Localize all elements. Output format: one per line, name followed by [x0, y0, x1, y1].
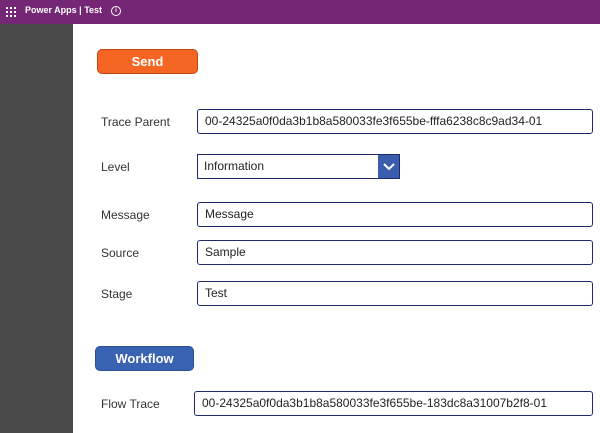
workflow-button[interactable]: Workflow — [95, 346, 194, 371]
send-button[interactable]: Send — [97, 49, 198, 74]
message-label: Message — [101, 208, 150, 222]
app-title: Power Apps | Test — [25, 5, 103, 15]
info-icon[interactable]: i — [111, 6, 121, 16]
chevron-down-icon[interactable] — [378, 155, 399, 178]
sidebar — [0, 24, 73, 433]
flow-trace-label: Flow Trace — [101, 397, 160, 411]
trace-parent-input[interactable]: 00-24325a0f0da3b1b8a580033fe3f655be-fffa… — [197, 109, 593, 134]
main-canvas — [73, 24, 600, 433]
level-label: Level — [101, 160, 130, 174]
level-selected-value: Information — [204, 159, 265, 173]
waffle-icon[interactable] — [6, 7, 16, 17]
message-input[interactable]: Message — [197, 202, 593, 227]
flow-trace-input[interactable]: 00-24325a0f0da3b1b8a580033fe3f655be-183d… — [194, 391, 593, 416]
app-header: Power Apps | Test i — [0, 0, 600, 24]
source-input[interactable]: Sample — [197, 240, 593, 265]
stage-label: Stage — [101, 287, 133, 301]
source-label: Source — [101, 246, 140, 260]
level-dropdown[interactable]: Information — [197, 154, 400, 179]
stage-input[interactable]: Test — [197, 281, 593, 306]
trace-parent-label: Trace Parent — [101, 115, 170, 129]
